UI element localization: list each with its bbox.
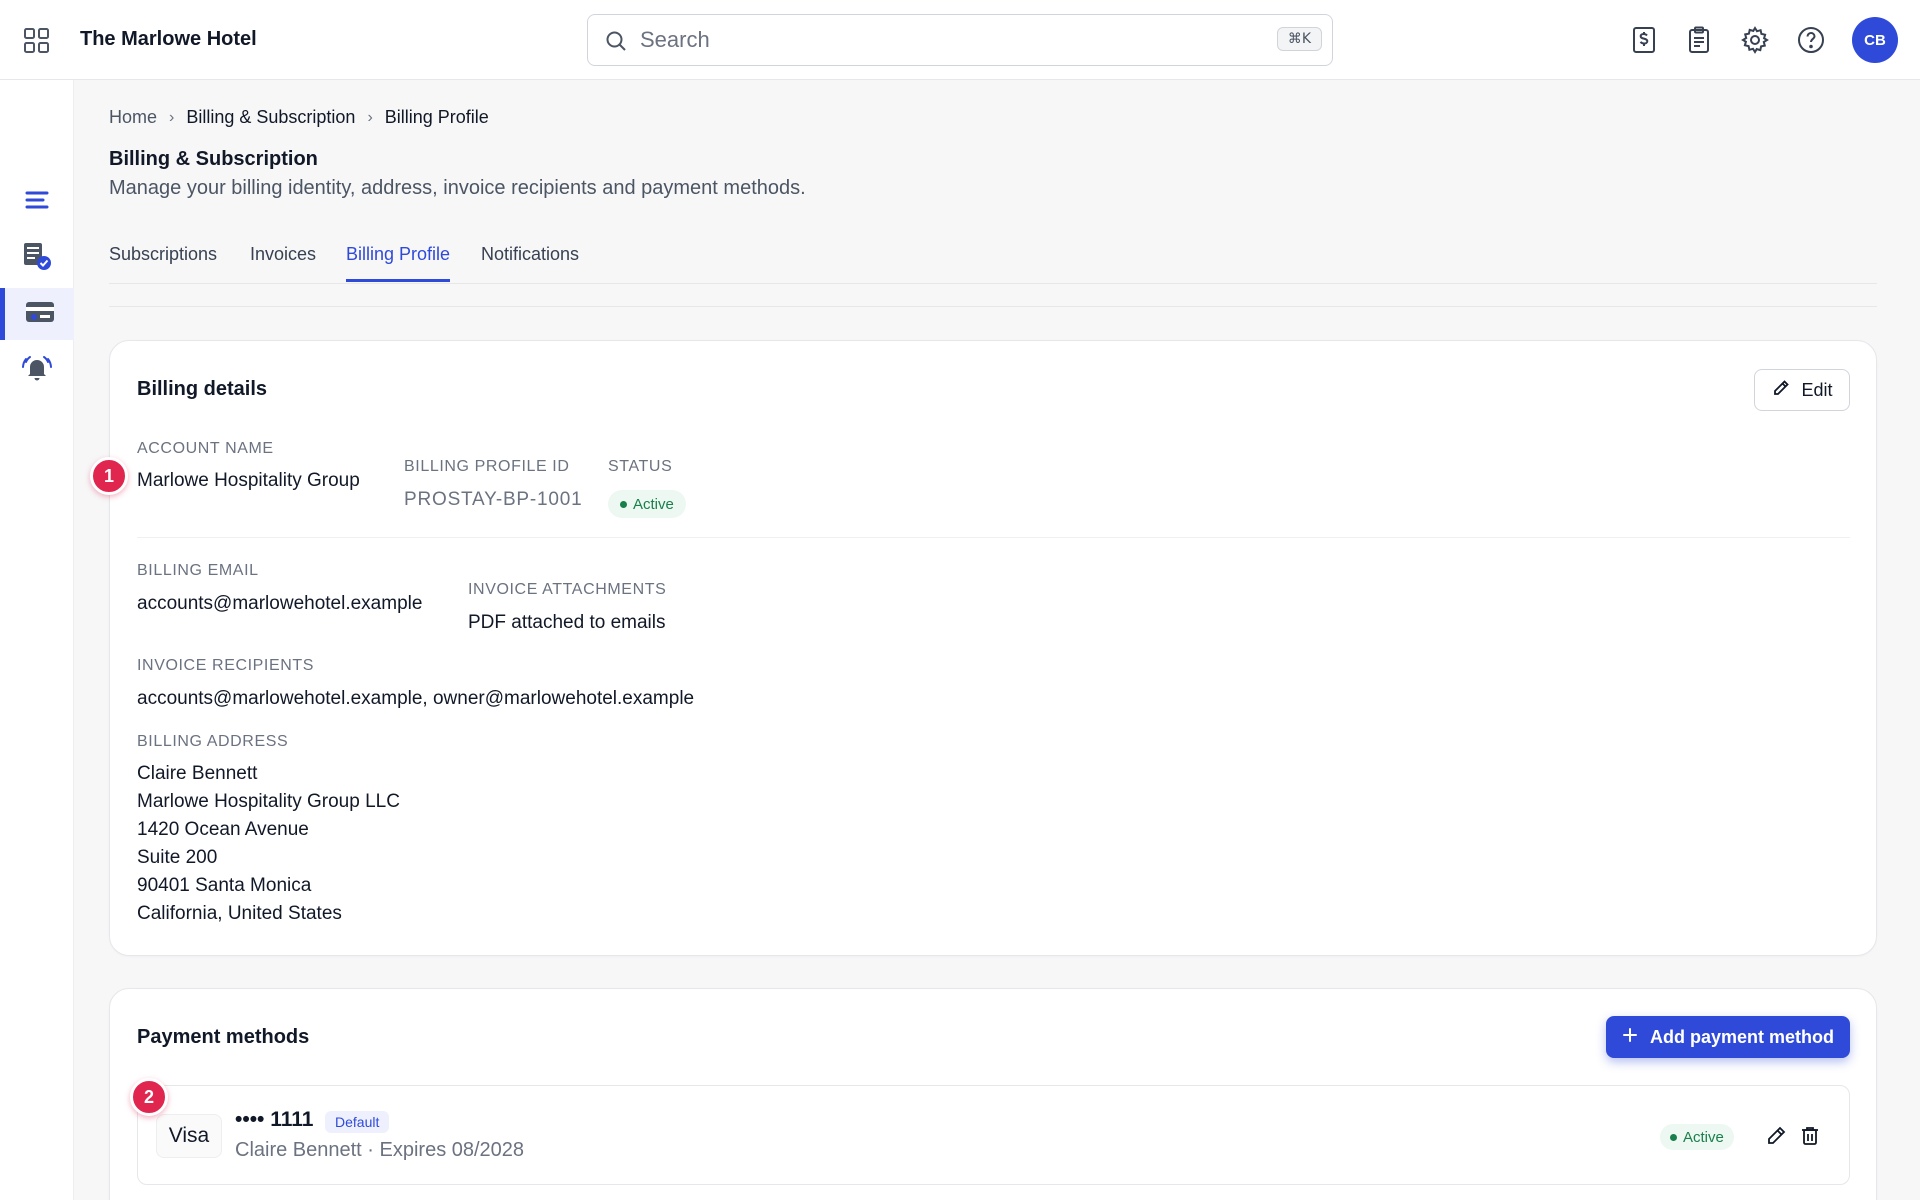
address-line: Suite 200 <box>137 847 218 868</box>
payment-method-row[interactable]: Visa •••• 1111 Default Claire Bennett · … <box>137 1085 1850 1185</box>
address-line: Claire Bennett <box>137 763 258 784</box>
profile-id-label: BILLING PROFILE ID <box>404 458 570 475</box>
invoice-recipients-label: INVOICE RECIPIENTS <box>137 657 315 674</box>
breadcrumb-billing-subscription[interactable]: Billing & Subscription <box>186 107 355 128</box>
payment-status-badge: Active <box>1660 1124 1734 1150</box>
invoice-attachments-label: INVOICE ATTACHMENTS <box>468 581 667 598</box>
address-line: California, United States <box>137 903 342 924</box>
billing-email-value: accounts@marlowehotel.example <box>137 593 423 614</box>
tab-invoices[interactable]: Invoices <box>250 244 316 279</box>
status-dot <box>620 500 627 508</box>
edit-button[interactable]: Edit <box>1754 369 1850 411</box>
card-brand: Visa <box>156 1114 222 1158</box>
search-input[interactable] <box>640 25 1240 55</box>
search-shortcut: ⌘K <box>1276 27 1322 51</box>
help-icon[interactable] <box>1795 24 1827 56</box>
top-bar: The Marlowe Hotel ⌘K <box>0 0 1920 80</box>
app-grid-icon[interactable] <box>22 26 52 56</box>
billing-dollar-icon[interactable] <box>1628 24 1660 56</box>
tab-bar: Subscriptions Invoices Billing Profile N… <box>109 234 1877 284</box>
breadcrumb-billing-profile: Billing Profile <box>384 107 489 127</box>
status-dot <box>1670 1133 1677 1141</box>
sidebar-item-billing[interactable] <box>0 288 74 340</box>
payment-status-text: Active <box>1683 1128 1724 1146</box>
credit-card-icon <box>24 298 56 331</box>
divider <box>137 537 1850 538</box>
account-name-value: Marlowe Hospitality Group <box>137 470 360 491</box>
billing-details-card <box>109 340 1877 956</box>
trash-icon[interactable] <box>1798 1124 1824 1150</box>
address-line: 1420 Ocean Avenue <box>137 819 309 840</box>
billing-details-title: Billing details <box>137 378 268 400</box>
default-badge: Default <box>325 1111 390 1133</box>
chevron-right-icon: › <box>367 108 373 126</box>
annotation-marker-2: 2 <box>130 1078 168 1116</box>
invoice-check-icon <box>21 240 53 277</box>
address-line: 90401 Santa Monica <box>137 875 312 896</box>
hotel-name: The Marlowe Hotel <box>80 28 257 50</box>
page-subtitle: Manage your billing identity, address, i… <box>109 177 806 199</box>
add-payment-method-label: Add payment method <box>1649 1026 1834 1047</box>
tab-notifications[interactable]: Notifications <box>481 244 579 279</box>
edit-label: Edit <box>1801 379 1833 400</box>
search-icon <box>604 29 628 53</box>
menu-icon <box>23 186 51 219</box>
chevron-right-icon: › <box>169 108 175 126</box>
add-payment-method-button[interactable]: Add payment method <box>1606 1016 1850 1058</box>
card-meta: Claire Bennett · Expires 08/2028 <box>235 1139 525 1161</box>
divider <box>109 306 1877 307</box>
card-number: •••• 1111 <box>235 1108 314 1131</box>
pencil-icon[interactable] <box>1764 1124 1790 1150</box>
profile-id-value: PROSTAY-BP-1001 <box>404 489 583 510</box>
breadcrumb: Home › Billing & Subscription › Billing … <box>109 107 489 128</box>
clipboard-icon[interactable] <box>1683 24 1715 56</box>
gear-icon[interactable] <box>1739 24 1771 56</box>
billing-address-label: BILLING ADDRESS <box>137 733 289 750</box>
tab-subscriptions[interactable]: Subscriptions <box>109 244 217 279</box>
bell-alert-icon <box>21 353 53 388</box>
sidebar-item-invoices[interactable] <box>0 232 74 284</box>
plus-icon <box>1622 1027 1638 1048</box>
page-title: Billing & Subscription <box>109 148 318 170</box>
address-line: Marlowe Hospitality Group LLC <box>137 791 400 812</box>
sidebar <box>0 80 74 1200</box>
billing-email-label: BILLING EMAIL <box>137 562 259 579</box>
sidebar-item-menu[interactable] <box>0 176 74 228</box>
annotation-marker-1: 1 <box>90 457 128 495</box>
status-badge: Active <box>608 490 686 518</box>
sidebar-item-notifications[interactable] <box>0 344 74 396</box>
status-text: Active <box>633 495 674 513</box>
tab-billing-profile[interactable]: Billing Profile <box>346 244 451 282</box>
invoice-attachments-value: PDF attached to emails <box>468 612 666 633</box>
account-name-label: ACCOUNT NAME <box>137 440 274 457</box>
invoice-recipients-value: accounts@marlowehotel.example, owner@mar… <box>137 688 695 709</box>
status-label: STATUS <box>608 458 673 475</box>
user-avatar[interactable]: CB <box>1852 17 1898 63</box>
pencil-icon <box>1771 378 1791 403</box>
payment-methods-title: Payment methods <box>137 1026 310 1048</box>
search-box[interactable]: ⌘K <box>587 14 1333 66</box>
breadcrumb-home[interactable]: Home <box>109 107 157 128</box>
